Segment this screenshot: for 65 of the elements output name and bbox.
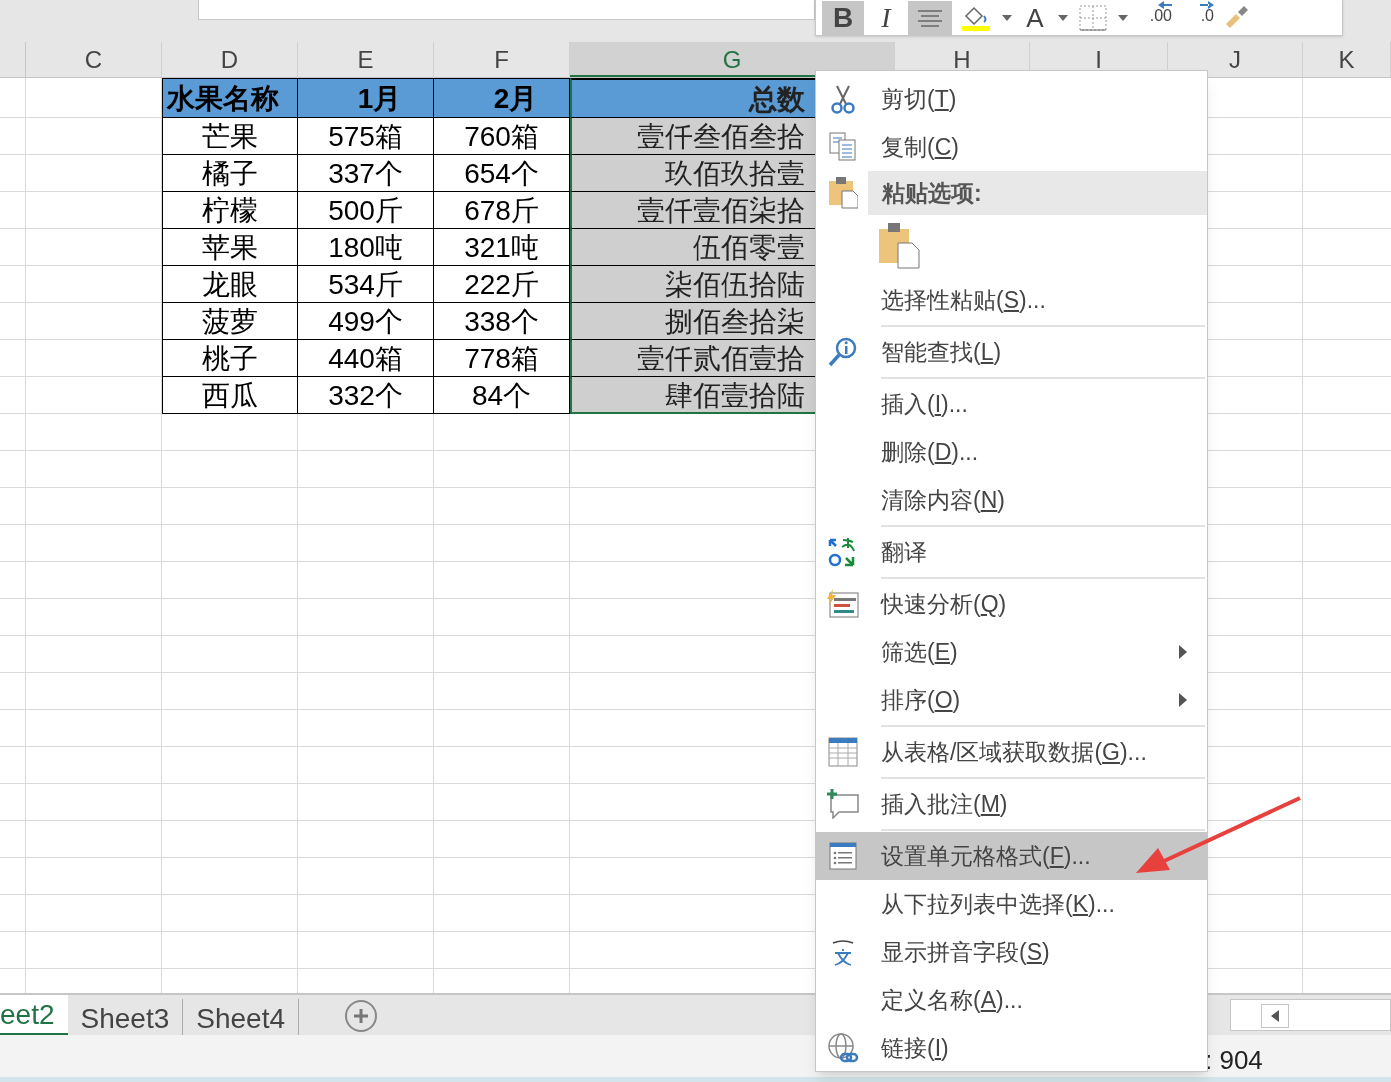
table-cell: 苹果 bbox=[162, 229, 298, 266]
column-header[interactable]: K bbox=[1303, 42, 1391, 77]
align-center-button[interactable] bbox=[908, 0, 952, 35]
left-arrow-icon bbox=[1271, 1010, 1279, 1022]
clipboard-icon bbox=[828, 177, 858, 209]
italic-button[interactable]: I bbox=[870, 0, 902, 35]
menu-item[interactable]: 插入批注(M) bbox=[868, 780, 1206, 828]
menu-item[interactable]: 从表格/区域获取数据(G)... bbox=[868, 728, 1206, 776]
paste-option-button[interactable] bbox=[878, 222, 920, 269]
menu-heading: 粘贴选项: bbox=[868, 171, 1207, 215]
table-cell: 337个 bbox=[298, 155, 434, 192]
table-cell: 桃子 bbox=[162, 340, 298, 377]
align-center-icon bbox=[917, 7, 943, 28]
table-cell: 柠檬 bbox=[162, 192, 298, 229]
menu-item[interactable]: 定义名称(A)... bbox=[868, 976, 1206, 1024]
table-cell: 芒果 bbox=[162, 118, 298, 155]
sheet-tab[interactable]: eet2 bbox=[0, 995, 68, 1035]
scroll-left-button[interactable] bbox=[1261, 1004, 1289, 1028]
globe-link-icon bbox=[827, 1032, 859, 1064]
quick-analysis-icon bbox=[827, 589, 859, 619]
menu-item[interactable]: 快速分析(Q) bbox=[868, 580, 1206, 628]
table-cell: 440箱 bbox=[298, 340, 434, 377]
menu-item[interactable]: 显示拼音字段(S) bbox=[868, 928, 1206, 976]
menu-item[interactable]: 筛选(E) bbox=[868, 628, 1206, 676]
table-cell: 西瓜 bbox=[162, 377, 298, 414]
scissors-icon bbox=[829, 84, 857, 114]
font-color-button[interactable]: A bbox=[1020, 0, 1050, 35]
list-icon bbox=[829, 842, 857, 870]
table-cell: 180吨 bbox=[298, 229, 434, 266]
table-cell: 橘子 bbox=[162, 155, 298, 192]
column-header[interactable]: C bbox=[26, 42, 162, 77]
add-sheet-button[interactable] bbox=[345, 1000, 377, 1032]
column-heading: 1月 bbox=[298, 78, 434, 118]
menu-item[interactable]: 从下拉列表中选择(K)... bbox=[868, 880, 1206, 928]
increase-decimal-button[interactable]: .00 bbox=[1136, 0, 1172, 35]
copy-icon bbox=[829, 132, 857, 162]
menu-item[interactable]: 翻译 bbox=[868, 528, 1206, 576]
translate-icon bbox=[828, 537, 858, 567]
menu-item[interactable]: 删除(D)... bbox=[868, 428, 1206, 476]
arrow-icon bbox=[1200, 0, 1214, 9]
column-header[interactable]: D bbox=[162, 42, 298, 77]
decrease-decimal-button[interactable]: .0 bbox=[1178, 0, 1214, 35]
info-magnifier-icon bbox=[828, 337, 858, 367]
table-cell: 菠萝 bbox=[162, 303, 298, 340]
bold-button[interactable]: B bbox=[822, 0, 864, 35]
table-cell: 500斤 bbox=[298, 192, 434, 229]
table-cell: 534斤 bbox=[298, 266, 434, 303]
horizontal-scrollbar[interactable] bbox=[1230, 999, 1391, 1031]
table-cell: 499个 bbox=[298, 303, 434, 340]
column-heading: 水果名称 bbox=[162, 78, 298, 118]
menu-item[interactable]: 链接(I) bbox=[868, 1024, 1206, 1071]
comment-icon bbox=[827, 789, 859, 819]
table-icon bbox=[828, 737, 858, 767]
column-header[interactable]: E bbox=[298, 42, 434, 77]
plus-icon bbox=[353, 1008, 369, 1024]
table-cell: 575箱 bbox=[298, 118, 434, 155]
table-cell: 332个 bbox=[298, 377, 434, 414]
menu-item[interactable]: 清除内容(N) bbox=[868, 476, 1206, 524]
borders-icon bbox=[1079, 4, 1107, 31]
arrow-icon bbox=[1158, 0, 1172, 9]
menu-item[interactable]: 排序(O) bbox=[868, 676, 1206, 724]
table-cell: 龙眼 bbox=[162, 266, 298, 303]
formula-field[interactable] bbox=[198, 0, 815, 20]
column-header[interactable]: G bbox=[570, 42, 895, 77]
column-heading: 2月 bbox=[434, 78, 570, 118]
